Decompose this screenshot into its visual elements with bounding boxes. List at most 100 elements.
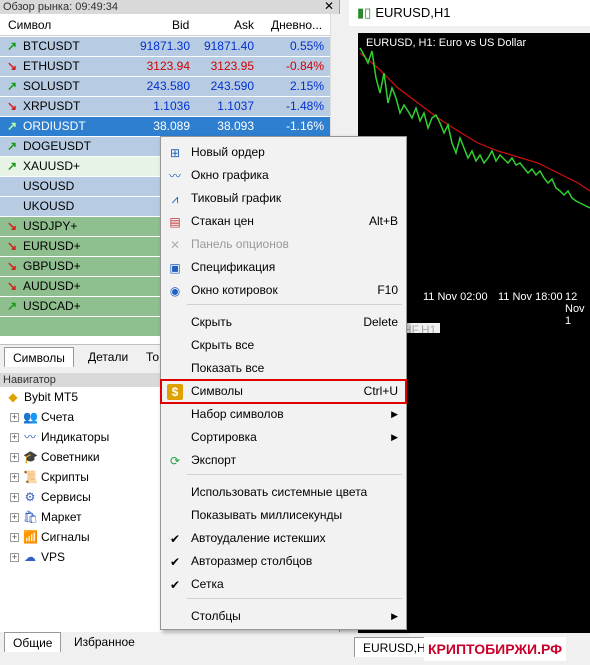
chart-window-title-label: EURUSD,H1 [375, 5, 451, 20]
menu-item[interactable]: ✔ Автоудаление истекших [161, 527, 406, 550]
expand-icon[interactable]: + [10, 533, 19, 543]
menu-separator [187, 474, 402, 475]
arrow-down-icon: ↘ [7, 99, 18, 113]
context-menu: ⊞ Новый ордер 〰 Окно графика ⩘ Тиковый график… [160, 136, 407, 630]
experts-icon: 🎓 [23, 450, 38, 464]
menu-item[interactable]: Скрыть Delete [161, 311, 406, 334]
arrow-up-icon: ↗ [7, 79, 18, 93]
arrow-up-icon: ↗ [7, 39, 18, 53]
navigator-item-label: Маркет [41, 510, 82, 524]
time-label: 11 Nov 18:00 [498, 291, 563, 303]
column-bid[interactable]: Bid [172, 14, 189, 36]
column-symbol[interactable]: Символ [8, 14, 51, 36]
menu-item[interactable]: ✕ Панель опционов [161, 233, 406, 256]
arrow-up-icon: ↗ [7, 139, 18, 153]
navigator-item-label: Индикаторы [41, 430, 110, 444]
ask-value: 243.590 [210, 79, 254, 93]
arrow-down-icon: ↘ [7, 239, 18, 253]
menu-item[interactable]: ⟳ Экспорт [161, 449, 406, 472]
change-value: 2.15% [289, 79, 324, 93]
menu-item[interactable]: Скрыть все [161, 334, 406, 357]
menu-item[interactable]: ◉ Окно котировок F10 [161, 279, 406, 302]
menu-item-label: Скрыть все [191, 338, 255, 352]
expand-icon[interactable]: + [10, 473, 19, 483]
export-icon: ⟳ [169, 454, 181, 468]
navigator-root[interactable]: ◆ Bybit MT5 [6, 387, 78, 407]
expand-icon[interactable]: + [10, 453, 19, 463]
submenu-arrow-icon: ▶ [391, 409, 398, 419]
check-icon: ✔ [169, 555, 181, 569]
column-change[interactable]: Дневно... [271, 14, 322, 36]
bid-value: 243.580 [146, 79, 190, 93]
expand-icon[interactable]: + [10, 433, 19, 443]
navigator-item[interactable]: + 🎓 Советники [10, 447, 100, 467]
ask-value: 38.093 [217, 119, 254, 133]
menu-item[interactable]: Столбцы ▶ [161, 605, 406, 628]
navigator-item[interactable]: + ⚙ Сервисы [10, 487, 91, 507]
specification-icon: ▣ [169, 261, 181, 275]
bid-value: 91871.30 [139, 39, 190, 53]
arrow-down-icon: ↘ [7, 259, 18, 273]
menu-item[interactable]: Набор символов ▶ [161, 403, 406, 426]
menu-item-label: Столбцы [191, 609, 241, 623]
menu-item-label: Скрыть [191, 315, 232, 329]
symbol-row[interactable]: ↗ ORDIUSDT 38.089 38.093 -1.16% [0, 117, 330, 137]
symbol-row[interactable]: ↗ SOLUSDT 243.580 243.590 2.15% [0, 77, 330, 97]
menu-separator [187, 304, 402, 305]
expand-icon[interactable]: + [10, 413, 19, 423]
menu-item-label: Окно графика [191, 168, 269, 182]
menu-item[interactable]: Показать все [161, 357, 406, 380]
navigator-item[interactable]: + ☁ VPS [10, 547, 65, 567]
column-ask[interactable]: Ask [234, 14, 254, 36]
arrow-down-icon: ↘ [7, 219, 18, 233]
expand-icon[interactable]: + [10, 513, 19, 523]
menu-item[interactable]: ⊞ Новый ордер [161, 141, 406, 164]
expand-icon[interactable]: + [10, 493, 19, 503]
navigator-item-label: Советники [41, 450, 100, 464]
menu-item[interactable]: ▤ Стакан цен Alt+B [161, 210, 406, 233]
close-icon[interactable]: ✕ [324, 0, 334, 13]
navigator-item[interactable]: + 🛍 Маркет [10, 507, 82, 527]
market-watch-title: Обзор рынка: 09:49:34 [0, 0, 339, 14]
menu-item[interactable]: Сортировка ▶ [161, 426, 406, 449]
time-label: 11 Nov 02:00 [423, 291, 488, 303]
arrow-up-icon: ↗ [7, 159, 18, 173]
menu-item-label: Сетка [191, 577, 224, 591]
navigator-item[interactable]: + 📶 Сигналы [10, 527, 90, 547]
menu-item[interactable]: Показывать миллисекунды [161, 504, 406, 527]
navigator-item[interactable]: + 📜 Скрипты [10, 467, 89, 487]
chart-window-title[interactable]: ▮▯ EURUSD,H1 [349, 0, 590, 26]
tab-symbols[interactable]: Символы [4, 347, 74, 367]
symbol-name: USDJPY+ [23, 219, 78, 233]
arrow-down-icon: ↘ [7, 59, 18, 73]
expand-icon[interactable]: + [10, 553, 19, 563]
symbol-name: XRPUSDT [23, 99, 81, 113]
vps-icon: ☁ [24, 550, 36, 564]
submenu-arrow-icon: ▶ [391, 611, 398, 621]
arrow-up-icon: ↗ [7, 119, 18, 133]
tab-favorites[interactable]: Избранное [66, 632, 143, 652]
menu-item[interactable]: ✔ Авторазмер столбцов [161, 550, 406, 573]
menu-item[interactable]: ✔ Сетка [161, 573, 406, 596]
accounts-icon: 👥 [23, 410, 38, 424]
symbol-row[interactable]: ↘ ETHUSDT 3123.94 3123.95 -0.84% [0, 57, 330, 77]
depth-of-market-icon: ▤ [169, 215, 181, 229]
change-value: 0.55% [289, 39, 324, 53]
new-order-icon: ⊞ [169, 146, 181, 160]
menu-item[interactable]: ⩘ Тиковый график [161, 187, 406, 210]
arrow-down-icon: ↘ [7, 279, 18, 293]
menu-item[interactable]: 〰 Окно графика [161, 164, 406, 187]
symbol-name: UKOUSD [23, 199, 75, 213]
symbol-name: BTCUSDT [23, 39, 80, 53]
tab-common[interactable]: Общие [4, 632, 62, 652]
tab-details[interactable]: Детали [80, 347, 136, 367]
navigator-item[interactable]: + 👥 Счета [10, 407, 74, 427]
change-value: -0.84% [285, 59, 324, 73]
symbol-name: ETHUSDT [23, 59, 80, 73]
navigator-item[interactable]: + 〰 Индикаторы [10, 427, 109, 447]
symbol-row[interactable]: ↗ BTCUSDT 91871.30 91871.40 0.55% [0, 37, 330, 57]
menu-item-label: Тиковый график [191, 191, 282, 205]
menu-item[interactable]: Использовать системные цвета [161, 481, 406, 504]
menu-item[interactable]: ▣ Спецификация [161, 256, 406, 279]
symbol-row[interactable]: ↘ XRPUSDT 1.1036 1.1037 -1.48% [0, 97, 330, 117]
